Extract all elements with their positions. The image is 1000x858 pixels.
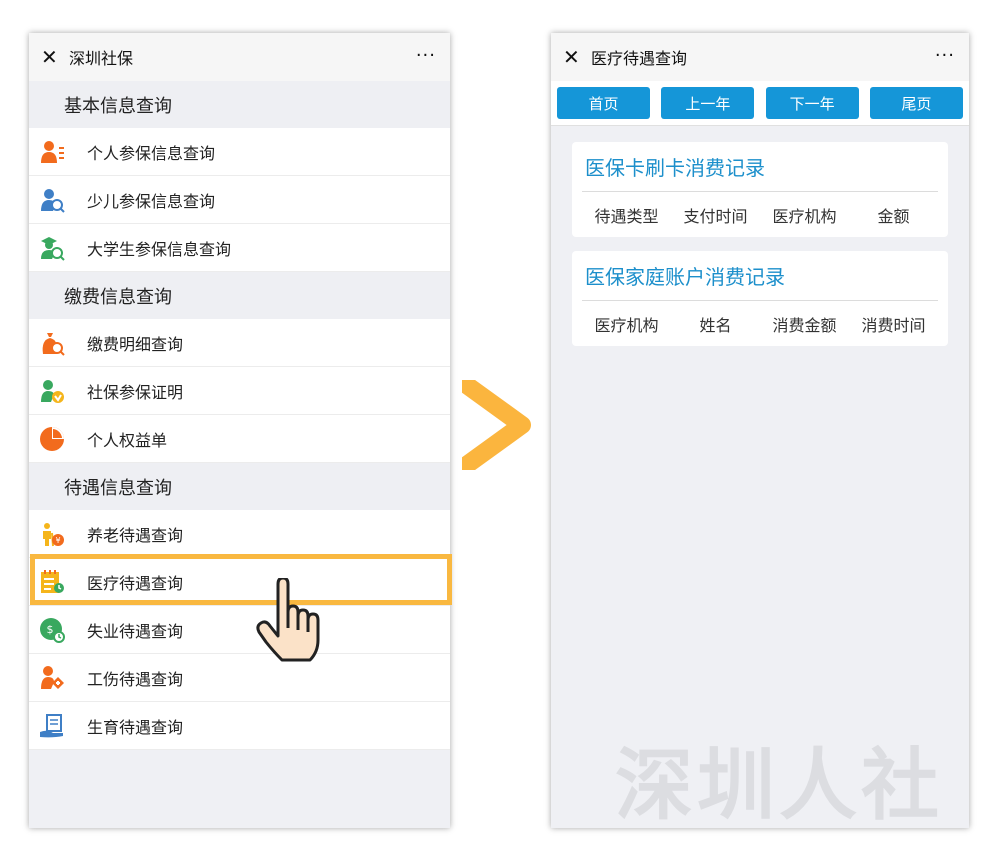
menu-item-student-insurance[interactable]: 大学生参保信息查询 bbox=[29, 224, 450, 272]
column-header: 消费时间 bbox=[849, 312, 938, 336]
svg-text:$: $ bbox=[47, 623, 54, 636]
pointing-hand-icon bbox=[256, 578, 324, 664]
menu-item-label: 缴费明细查询 bbox=[87, 331, 183, 355]
first-page-button[interactable]: 首页 bbox=[557, 87, 650, 119]
menu-item-personal-rights[interactable]: 个人权益单 bbox=[29, 415, 450, 463]
unemployment-icon: $ bbox=[39, 617, 65, 643]
close-icon[interactable]: ✕ bbox=[41, 47, 69, 67]
card-title: 医保家庭账户消费记录 bbox=[582, 251, 938, 301]
menu-item-child-insurance[interactable]: 少儿参保信息查询 bbox=[29, 176, 450, 224]
right-titlebar: ✕ 医疗待遇查询 ··· bbox=[551, 33, 969, 81]
page-title: 医疗待遇查询 bbox=[591, 45, 687, 69]
table-header: 待遇类型 支付时间 医疗机构 金额 bbox=[582, 192, 938, 237]
menu-item-label: 医疗待遇查询 bbox=[87, 570, 183, 594]
maternity-icon bbox=[39, 713, 65, 739]
menu-item-payment-details[interactable]: 缴费明细查询 bbox=[29, 319, 450, 367]
section-header-benefits-info: 待遇信息查询 bbox=[29, 463, 450, 510]
pie-chart-icon bbox=[39, 426, 65, 452]
close-icon[interactable]: ✕ bbox=[563, 47, 591, 67]
next-year-button[interactable]: 下一年 bbox=[766, 87, 859, 119]
card-card-swipe-records: 医保卡刷卡消费记录 待遇类型 支付时间 医疗机构 金额 bbox=[572, 142, 948, 237]
menu-item-label: 大学生参保信息查询 bbox=[87, 236, 231, 260]
section-header-payment-info: 缴费信息查询 bbox=[29, 272, 450, 319]
graduate-search-icon bbox=[39, 235, 65, 261]
menu-item-pension[interactable]: ¥ 养老待遇查询 bbox=[29, 510, 450, 558]
last-page-button[interactable]: 尾页 bbox=[870, 87, 963, 119]
card-family-account-records: 医保家庭账户消费记录 医疗机构 姓名 消费金额 消费时间 bbox=[572, 251, 948, 346]
menu-item-maternity[interactable]: 生育待遇查询 bbox=[29, 702, 450, 750]
left-phone-screen: ✕ 深圳社保 ··· 基本信息查询 个人参保信息查询 少儿参保信息查询 bbox=[29, 33, 450, 828]
menu-item-label: 少儿参保信息查询 bbox=[87, 188, 215, 212]
child-search-icon bbox=[39, 187, 65, 213]
watermark: 深圳人社 bbox=[615, 723, 943, 828]
chevron-right-icon bbox=[462, 380, 532, 470]
column-header: 支付时间 bbox=[671, 203, 760, 227]
column-header: 医疗机构 bbox=[760, 203, 849, 227]
menu-item-medical[interactable]: 医疗待遇查询 bbox=[29, 558, 450, 606]
card-title: 医保卡刷卡消费记录 bbox=[582, 142, 938, 192]
menu-item-label: 生育待遇查询 bbox=[87, 714, 183, 738]
prev-year-button[interactable]: 上一年 bbox=[661, 87, 754, 119]
column-header: 消费金额 bbox=[760, 312, 849, 336]
more-menu-icon[interactable]: ··· bbox=[935, 45, 955, 66]
menu-item-label: 个人参保信息查询 bbox=[87, 140, 215, 164]
elderly-icon: ¥ bbox=[39, 521, 65, 547]
svg-text:¥: ¥ bbox=[55, 536, 60, 545]
menu-item-unemployment[interactable]: $ 失业待遇查询 bbox=[29, 606, 450, 654]
left-titlebar: ✕ 深圳社保 ··· bbox=[29, 33, 450, 81]
menu-item-label: 工伤待遇查询 bbox=[87, 666, 183, 690]
person-certificate-icon bbox=[39, 378, 65, 404]
table-header: 医疗机构 姓名 消费金额 消费时间 bbox=[582, 301, 938, 346]
menu-item-label: 养老待遇查询 bbox=[87, 522, 183, 546]
column-header: 医疗机构 bbox=[582, 312, 671, 336]
money-bag-search-icon bbox=[39, 330, 65, 356]
column-header: 待遇类型 bbox=[582, 203, 671, 227]
menu-item-label: 失业待遇查询 bbox=[87, 618, 183, 642]
pager-toolbar: 首页 上一年 下一年 尾页 bbox=[551, 81, 969, 126]
section-header-basic-info: 基本信息查询 bbox=[29, 81, 450, 128]
menu-item-insurance-certificate[interactable]: 社保参保证明 bbox=[29, 367, 450, 415]
page-title: 深圳社保 bbox=[69, 45, 133, 69]
menu-item-label: 个人权益单 bbox=[87, 427, 167, 451]
medical-calendar-icon bbox=[39, 569, 65, 595]
menu-item-work-injury[interactable]: 工伤待遇查询 bbox=[29, 654, 450, 702]
column-header: 金额 bbox=[849, 203, 938, 227]
injury-icon bbox=[39, 665, 65, 691]
menu-item-label: 社保参保证明 bbox=[87, 379, 183, 403]
right-phone-screen: ✕ 医疗待遇查询 ··· 首页 上一年 下一年 尾页 医保卡刷卡消费记录 待遇类… bbox=[551, 33, 969, 828]
menu-item-personal-insurance[interactable]: 个人参保信息查询 bbox=[29, 128, 450, 176]
person-list-icon bbox=[39, 139, 65, 165]
more-menu-icon[interactable]: ··· bbox=[416, 45, 436, 66]
column-header: 姓名 bbox=[671, 312, 760, 336]
